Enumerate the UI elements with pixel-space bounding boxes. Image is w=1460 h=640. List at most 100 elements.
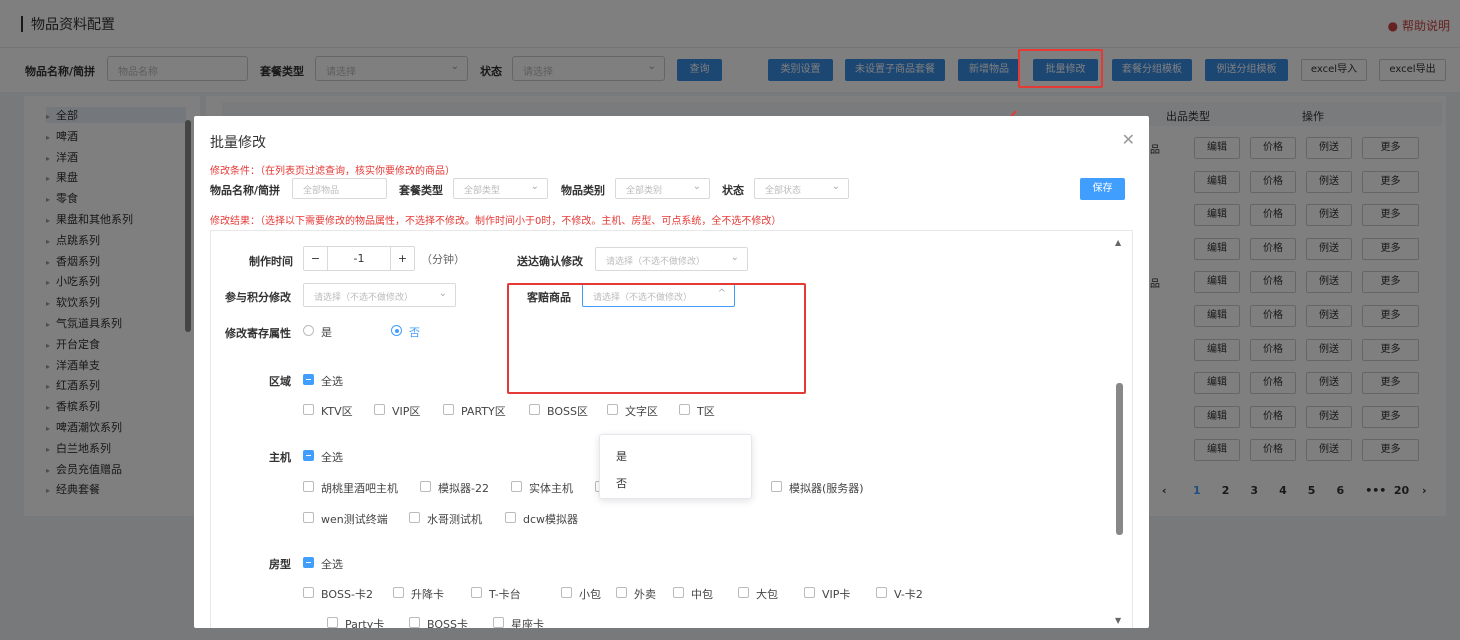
storage-yes-radio[interactable] bbox=[303, 325, 314, 336]
area-select-all-label[interactable]: 全选 bbox=[321, 373, 343, 389]
cond-name-value: 全部物品 bbox=[303, 186, 340, 196]
option-label[interactable]: T-卡台 bbox=[489, 586, 521, 602]
make-time-stepper[interactable]: − -1 + bbox=[303, 246, 415, 271]
cond-status-label: 状态 bbox=[722, 184, 744, 197]
option-label[interactable]: 模拟器(服务器) bbox=[789, 480, 864, 496]
room-select-all-label[interactable]: 全选 bbox=[321, 556, 343, 572]
option-label[interactable]: 文字区 bbox=[625, 403, 658, 419]
option-label[interactable]: 实体主机 bbox=[529, 480, 573, 496]
option-checkbox[interactable] bbox=[420, 481, 431, 492]
option-label[interactable]: wen测试终端 bbox=[321, 511, 388, 527]
option-checkbox[interactable] bbox=[393, 587, 404, 598]
dialog-scroll-thumb[interactable] bbox=[1116, 383, 1123, 535]
option-label[interactable]: dcw模拟器 bbox=[523, 511, 578, 527]
option-checkbox[interactable] bbox=[673, 587, 684, 598]
option-label[interactable]: 升降卡 bbox=[411, 586, 444, 602]
option-checkbox[interactable] bbox=[876, 587, 887, 598]
option-checkbox[interactable] bbox=[303, 481, 314, 492]
result-hint: 修改结果：（选择以下需要修改的物品属性，不选择不修改。制作时间小于0时，不修改。… bbox=[210, 212, 781, 227]
option-label[interactable]: 胡桃里酒吧主机 bbox=[321, 480, 398, 496]
option-label[interactable]: BOSS卡 bbox=[427, 616, 468, 628]
host-select-all-checkbox[interactable] bbox=[303, 450, 314, 461]
option-label[interactable]: BOSS区 bbox=[547, 403, 588, 419]
option-checkbox[interactable] bbox=[443, 404, 454, 415]
option-label[interactable]: 外卖 bbox=[634, 586, 656, 602]
option-label[interactable]: VIP卡 bbox=[822, 586, 850, 602]
storage-label: 修改寄存属性 bbox=[225, 327, 291, 340]
dropdown-option-yes[interactable]: 是 bbox=[616, 448, 627, 464]
area-label: 区域 bbox=[269, 375, 291, 388]
option-label[interactable]: 大包 bbox=[756, 586, 778, 602]
option-label[interactable]: 小包 bbox=[579, 586, 601, 602]
option-label[interactable]: 中包 bbox=[691, 586, 713, 602]
cond-package-label: 套餐类型 bbox=[399, 184, 443, 197]
chevron-down-icon: ⌄ bbox=[831, 181, 840, 192]
save-button[interactable]: 保存 bbox=[1080, 178, 1125, 200]
option-label[interactable]: PARTY区 bbox=[461, 403, 506, 419]
chevron-down-icon: ⌄ bbox=[730, 252, 739, 263]
option-checkbox[interactable] bbox=[561, 587, 572, 598]
option-checkbox[interactable] bbox=[303, 512, 314, 523]
cond-package-value: 全部类型 bbox=[464, 186, 501, 196]
dialog-scrollbar[interactable]: ▲ ▼ bbox=[1114, 236, 1124, 628]
deliver-confirm-select[interactable]: 请选择（不选不做修改） ⌄ bbox=[595, 247, 748, 271]
option-label[interactable]: Party卡 bbox=[345, 616, 384, 628]
room-type-label: 房型 bbox=[269, 558, 291, 571]
result-note: （选择以下需要修改的物品属性，不选择不修改。制作时间小于0时，不修改。主机、房型… bbox=[260, 216, 782, 227]
option-checkbox[interactable] bbox=[529, 404, 540, 415]
cond-category-select[interactable]: 全部类别 ⌄ bbox=[615, 178, 710, 199]
option-checkbox[interactable] bbox=[607, 404, 618, 415]
points-label: 参与积分修改 bbox=[225, 291, 291, 304]
cond-category-value: 全部类别 bbox=[626, 186, 663, 196]
make-time-value[interactable]: -1 bbox=[328, 247, 390, 270]
option-label[interactable]: BOSS-卡2 bbox=[321, 586, 373, 602]
storage-no-radio[interactable] bbox=[391, 325, 402, 336]
option-checkbox[interactable] bbox=[409, 512, 420, 523]
close-icon[interactable]: ✕ bbox=[1122, 130, 1135, 149]
option-label[interactable]: KTV区 bbox=[321, 403, 353, 419]
chevron-down-icon: ⌄ bbox=[530, 181, 539, 192]
storage-yes-label[interactable]: 是 bbox=[321, 324, 332, 340]
option-checkbox[interactable] bbox=[303, 404, 314, 415]
cond-package-select[interactable]: 全部类型 ⌄ bbox=[453, 178, 548, 199]
option-checkbox[interactable] bbox=[679, 404, 690, 415]
room-select-all-checkbox[interactable] bbox=[303, 557, 314, 568]
option-checkbox[interactable] bbox=[471, 587, 482, 598]
scroll-down-icon[interactable]: ▼ bbox=[1115, 616, 1121, 625]
deliver-confirm-placeholder: 请选择（不选不做修改） bbox=[606, 257, 706, 267]
plus-icon[interactable]: + bbox=[390, 247, 414, 270]
scroll-up-icon[interactable]: ▲ bbox=[1115, 238, 1121, 247]
option-checkbox[interactable] bbox=[511, 481, 522, 492]
make-time-unit: （分钟） bbox=[421, 253, 465, 266]
host-select-all-label[interactable]: 全选 bbox=[321, 449, 343, 465]
option-checkbox[interactable] bbox=[303, 587, 314, 598]
option-label[interactable]: T区 bbox=[697, 403, 715, 419]
dropdown-option-no[interactable]: 否 bbox=[616, 475, 627, 491]
condition-hint: 修改条件：（在列表页过滤查询，核实你要修改的商品） bbox=[210, 162, 455, 177]
option-label[interactable]: 模拟器-22 bbox=[438, 480, 489, 496]
points-select[interactable]: 请选择（不选不做修改） ⌄ bbox=[303, 283, 456, 307]
cond-name-input[interactable]: 全部物品 bbox=[292, 178, 387, 199]
option-checkbox[interactable] bbox=[616, 587, 627, 598]
option-checkbox[interactable] bbox=[409, 617, 420, 628]
option-label[interactable]: V-卡2 bbox=[894, 586, 923, 602]
chevron-down-icon: ⌄ bbox=[438, 288, 447, 299]
deliver-confirm-label: 送达确认修改 bbox=[517, 255, 583, 268]
points-placeholder: 请选择（不选不做修改） bbox=[314, 293, 414, 303]
option-checkbox[interactable] bbox=[804, 587, 815, 598]
option-checkbox[interactable] bbox=[374, 404, 385, 415]
cond-status-select[interactable]: 全部状态 ⌄ bbox=[754, 178, 849, 199]
make-time-label: 制作时间 bbox=[249, 255, 293, 268]
result-label: 修改结果： bbox=[210, 216, 260, 227]
option-label[interactable]: 水哥测试机 bbox=[427, 511, 482, 527]
option-checkbox[interactable] bbox=[505, 512, 516, 523]
option-checkbox[interactable] bbox=[327, 617, 338, 628]
option-checkbox[interactable] bbox=[738, 587, 749, 598]
minus-icon[interactable]: − bbox=[304, 247, 328, 270]
area-select-all-checkbox[interactable] bbox=[303, 374, 314, 385]
option-checkbox[interactable] bbox=[493, 617, 504, 628]
option-label[interactable]: 星座卡 bbox=[511, 616, 544, 628]
option-label[interactable]: VIP区 bbox=[392, 403, 420, 419]
option-checkbox[interactable] bbox=[771, 481, 782, 492]
storage-no-label[interactable]: 否 bbox=[409, 324, 420, 340]
